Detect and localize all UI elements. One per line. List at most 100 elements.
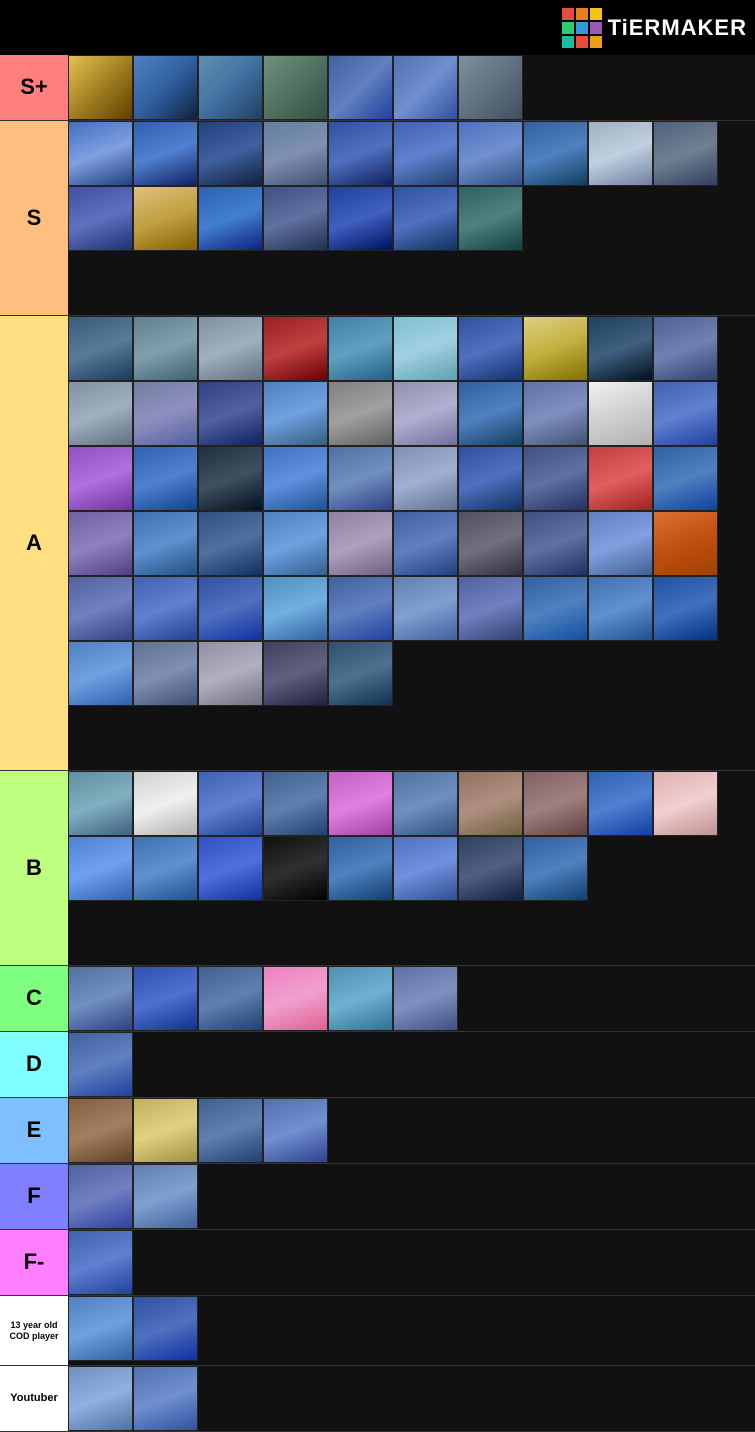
list-item <box>263 771 328 836</box>
list-item <box>458 381 523 446</box>
list-item <box>458 55 523 120</box>
list-item <box>198 316 263 381</box>
list-item <box>263 316 328 381</box>
list-item <box>198 836 263 901</box>
list-item <box>68 381 133 446</box>
list-item <box>328 576 393 641</box>
list-item <box>68 1296 133 1361</box>
list-item <box>393 836 458 901</box>
list-item <box>68 446 133 511</box>
list-item <box>133 966 198 1031</box>
list-item <box>133 511 198 576</box>
list-item <box>263 836 328 901</box>
empty-space <box>198 1164 755 1229</box>
tier-content-s <box>68 121 755 315</box>
tier-content-b <box>68 771 755 965</box>
list-item <box>68 55 133 120</box>
tier-label-e: E <box>0 1098 68 1163</box>
list-item <box>393 186 458 251</box>
list-item <box>653 576 718 641</box>
list-item <box>263 381 328 446</box>
list-item <box>198 446 263 511</box>
list-item <box>653 121 718 186</box>
tier-list: TiERMAKER S+ S <box>0 0 755 1432</box>
tier-content-fm <box>68 1230 755 1295</box>
list-item <box>588 576 653 641</box>
list-item <box>198 576 263 641</box>
list-item <box>263 966 328 1031</box>
tier-row-a: A <box>0 316 755 771</box>
list-item <box>523 771 588 836</box>
list-item <box>133 1098 198 1163</box>
list-item <box>458 121 523 186</box>
tier-row-s: S <box>0 121 755 316</box>
list-item <box>68 836 133 901</box>
empty-space <box>198 1296 755 1361</box>
list-item <box>263 576 328 641</box>
list-item <box>68 1164 133 1229</box>
list-item <box>328 121 393 186</box>
list-item <box>523 511 588 576</box>
list-item <box>68 1098 133 1163</box>
list-item <box>523 576 588 641</box>
tier-label-a: A <box>0 316 68 770</box>
tier-row-c: C <box>0 966 755 1032</box>
list-item <box>523 121 588 186</box>
tier-content-sp <box>68 55 755 120</box>
list-item <box>68 316 133 381</box>
tier-content-c <box>68 966 755 1031</box>
list-item <box>523 381 588 446</box>
header: TiERMAKER <box>0 0 755 55</box>
list-item <box>198 771 263 836</box>
list-item <box>588 771 653 836</box>
tier-row-d: D <box>0 1032 755 1098</box>
list-item <box>653 771 718 836</box>
list-item <box>393 446 458 511</box>
list-item <box>133 55 198 120</box>
tier-content-yt <box>68 1366 755 1431</box>
empty-space <box>328 1098 755 1163</box>
list-item <box>328 316 393 381</box>
tier-label-sp: S+ <box>0 55 68 120</box>
list-item <box>198 966 263 1031</box>
list-item <box>393 55 458 120</box>
list-item <box>133 446 198 511</box>
empty-space <box>523 186 755 251</box>
tier-content-e <box>68 1098 755 1163</box>
tier-label-13cod: 13 year old COD player <box>0 1296 68 1365</box>
list-item <box>653 511 718 576</box>
list-item <box>588 121 653 186</box>
list-item <box>68 966 133 1031</box>
list-item <box>133 1164 198 1229</box>
list-item <box>653 446 718 511</box>
list-item <box>198 1098 263 1163</box>
logo-grid-icon <box>562 8 602 48</box>
list-item <box>588 511 653 576</box>
tier-label-fm: F- <box>0 1230 68 1295</box>
list-item <box>458 316 523 381</box>
list-item <box>133 121 198 186</box>
list-item <box>458 446 523 511</box>
list-item <box>198 55 263 120</box>
list-item <box>588 446 653 511</box>
tier-row-sp: S+ <box>0 55 755 121</box>
tiermaker-logo-text: TiERMAKER <box>608 15 747 41</box>
list-item <box>133 771 198 836</box>
empty-space <box>393 641 755 706</box>
list-item <box>458 836 523 901</box>
tier-label-b: B <box>0 771 68 965</box>
list-item <box>393 771 458 836</box>
list-item <box>68 121 133 186</box>
list-item <box>198 381 263 446</box>
list-item <box>263 641 328 706</box>
tier-content-d <box>68 1032 755 1097</box>
list-item <box>393 511 458 576</box>
list-item <box>328 186 393 251</box>
list-item <box>523 446 588 511</box>
list-item <box>523 836 588 901</box>
list-item <box>198 186 263 251</box>
list-item <box>133 641 198 706</box>
list-item <box>523 316 588 381</box>
list-item <box>263 511 328 576</box>
tier-row-13cod: 13 year old COD player <box>0 1296 755 1366</box>
